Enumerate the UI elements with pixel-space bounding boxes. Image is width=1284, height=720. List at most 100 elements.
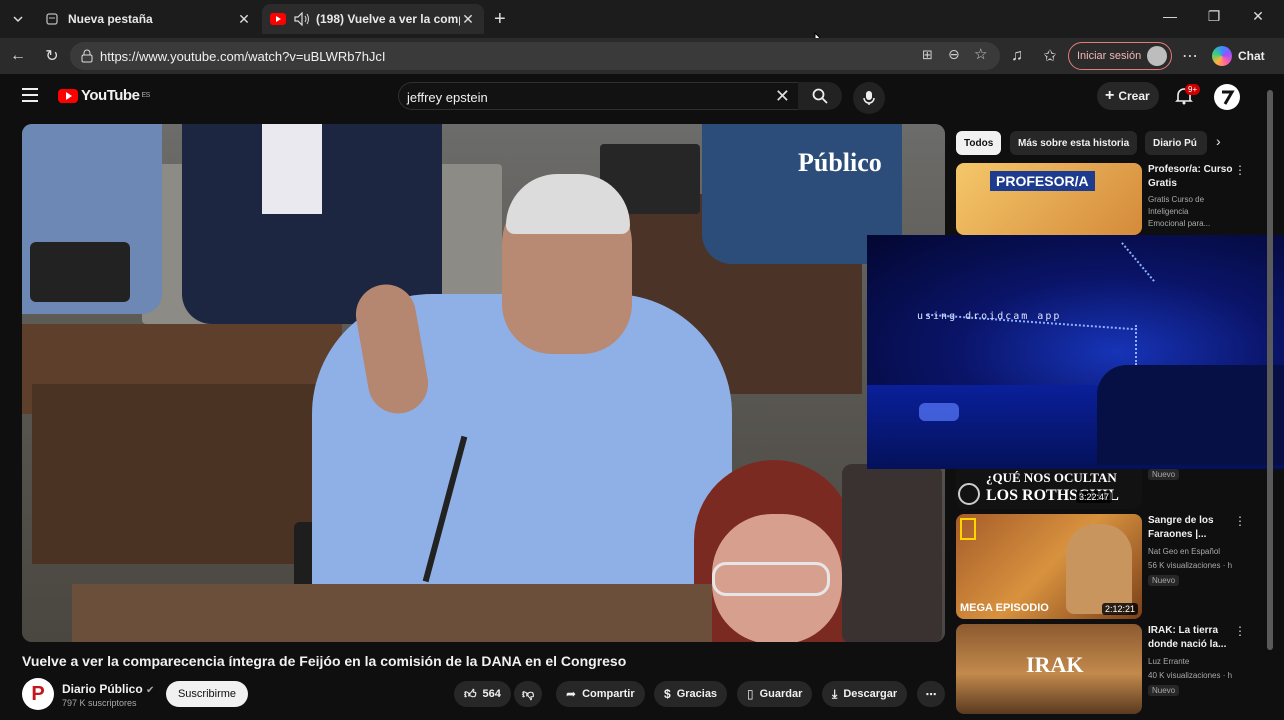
zoom-icon[interactable]: ⊖ — [948, 46, 960, 63]
share-label: Compartir — [582, 688, 635, 700]
tab-list-button[interactable] — [6, 7, 30, 31]
thumbnail-text: PROFESOR/A — [990, 171, 1095, 191]
close-window-icon[interactable]: ✕ — [1246, 8, 1270, 25]
channel-name[interactable]: Diario Público ✔ — [62, 682, 154, 696]
person-figure — [1066, 524, 1132, 614]
channel-avatar[interactable]: P — [22, 678, 54, 710]
subscribe-button[interactable]: Suscribirme — [166, 681, 248, 707]
rec-meta: Emocional para... — [1148, 219, 1211, 228]
verified-icon: ✔ — [146, 685, 155, 696]
app-available-icon[interactable]: ⊞ — [922, 47, 933, 63]
speaker-icon[interactable] — [294, 11, 310, 27]
media-control-icon[interactable]: ♫ — [1007, 46, 1027, 66]
save-label: Guardar — [759, 688, 803, 700]
voice-search-button[interactable] — [853, 82, 885, 114]
hamburger-menu-icon[interactable] — [22, 88, 38, 102]
kebab-menu-icon[interactable]: ⋮ — [1234, 624, 1246, 638]
share-icon: ➦ — [566, 687, 577, 701]
favorite-star-icon[interactable]: ☆ — [974, 45, 987, 63]
download-button[interactable]: ⤓ Descargar — [822, 681, 908, 707]
kebab-menu-icon[interactable]: ⋮ — [1234, 163, 1246, 177]
dislike-button[interactable]: 👎︎ — [514, 681, 543, 707]
youtube-icon — [270, 11, 286, 27]
subscriber-count: 797 K suscriptores — [62, 698, 137, 708]
rec-meta: 56 K visualizaciones · h — [1148, 561, 1233, 570]
recommendation-item[interactable]: PROFESOR/A Profesor/a: Curso Gratis Grat… — [956, 163, 1256, 235]
copilot-chat-button[interactable]: Chat — [1212, 46, 1265, 66]
youtube-play-icon — [58, 88, 78, 103]
tab-youtube[interactable]: (198) Vuelve a ver la compare ✕ — [262, 4, 484, 34]
page-icon — [44, 11, 60, 27]
create-label: Crear — [1118, 89, 1150, 103]
video-thumbnail: ¿QUÉ NOS OCULTAN LOS ROTHSCHIL 3:22:47 — [956, 469, 1142, 509]
recommendation-item[interactable]: ¿QUÉ NOS OCULTAN LOS ROTHSCHIL 3:22:47 N… — [956, 469, 1256, 509]
more-actions-button[interactable]: ⋯ — [917, 681, 945, 707]
thumbnail-text: MEGA EPISODIO — [960, 602, 1049, 614]
url-text: https://www.youtube.com/watch?v=uBLWRb7h… — [100, 49, 386, 64]
share-button[interactable]: ➦ Compartir — [556, 681, 645, 707]
minimize-icon[interactable]: — — [1158, 8, 1182, 24]
coin-icon — [958, 483, 980, 505]
restore-icon[interactable]: ❐ — [1202, 8, 1226, 25]
youtube-header: YouTube ES jeffrey epstein ✕ + Crear — [0, 74, 1284, 120]
chat-label: Chat — [1238, 49, 1265, 63]
save-button[interactable]: ▯ Guardar — [737, 681, 813, 707]
chevron-down-icon — [13, 16, 23, 23]
rec-title: Profesor/a: Curso Gratis — [1148, 164, 1233, 189]
sign-in-label: Iniciar sesión — [1077, 50, 1142, 62]
create-button[interactable]: + Crear — [1097, 82, 1159, 110]
tab-label: Nueva pestaña — [68, 12, 153, 26]
thumbnail-text: IRAK — [1026, 652, 1084, 677]
logo-region: ES — [141, 92, 150, 99]
video-watermark: Público — [798, 148, 882, 177]
kebab-menu-icon[interactable]: ⋮ — [1234, 514, 1246, 528]
scrollbar-thumb[interactable] — [1267, 90, 1273, 650]
chip-more-story[interactable]: Más sobre esta historia — [1010, 131, 1138, 155]
recommendation-item[interactable]: IRAK IRAK: La tierra donde nació la... L… — [956, 624, 1256, 714]
new-badge: Nuevo — [1148, 575, 1180, 586]
channel-name-text: Diario Público — [62, 682, 143, 696]
thanks-label: Gracias — [676, 688, 718, 700]
video-player[interactable]: Público — [22, 124, 945, 642]
copilot-icon — [1212, 46, 1232, 66]
rec-meta: 40 K visualizaciones · h — [1148, 671, 1233, 680]
video-duration: 2:12:21 — [1101, 603, 1138, 615]
new-tab-button[interactable]: + — [494, 8, 506, 31]
chip-all[interactable]: Todos — [956, 131, 1002, 155]
more-horizontal-icon: ⋯ — [925, 688, 937, 701]
search-button[interactable] — [798, 82, 842, 110]
rec-title: Sangre de los Faraones |... — [1148, 515, 1214, 540]
close-tab-icon[interactable]: ✕ — [460, 11, 476, 28]
thanks-icon: $ — [664, 687, 671, 701]
video-thumbnail: IRAK — [956, 624, 1142, 714]
video-duration: 3:22:47 — [1075, 491, 1112, 503]
recommendation-item[interactable]: MEGA EPISODIO 2:12:21 Sangre de los Fara… — [956, 514, 1256, 619]
like-button[interactable]: 👍︎ 564 — [454, 681, 511, 707]
search-box[interactable]: jeffrey epstein ✕ — [398, 82, 798, 110]
tab-new-tab[interactable]: Nueva pestaña ✕ — [36, 4, 260, 34]
more-menu-icon[interactable]: ⋯ — [1180, 46, 1200, 66]
rec-meta: Inteligencia — [1148, 207, 1189, 216]
close-tab-icon[interactable]: ✕ — [236, 11, 252, 28]
back-arrow-icon[interactable]: ← — [8, 46, 28, 66]
overlay-caption: using droidcam app — [917, 311, 1062, 322]
clear-search-icon[interactable]: ✕ — [775, 86, 790, 107]
youtube-logo[interactable]: YouTube ES — [58, 87, 150, 104]
thanks-button[interactable]: $ Gracias — [654, 681, 728, 707]
search-input[interactable]: jeffrey epstein — [407, 90, 488, 105]
chip-channel[interactable]: Diario Pú — [1145, 131, 1207, 155]
address-bar[interactable]: https://www.youtube.com/watch?v=uBLWRb7h… — [70, 42, 1000, 70]
favorites-icon[interactable]: ✩ — [1040, 46, 1060, 66]
chevron-right-icon[interactable]: › — [1216, 133, 1221, 149]
camera-overlay: using droidcam app — [867, 235, 1284, 469]
browser-toolbar: ← ↻ https://www.youtube.com/watch?v=uBLW… — [0, 38, 1284, 74]
account-avatar[interactable] — [1214, 84, 1240, 110]
page-scrollbar[interactable] — [1266, 90, 1274, 710]
search-icon — [812, 88, 828, 104]
thumbs-down-icon: 👎︎ — [522, 686, 535, 701]
natgeo-logo — [960, 518, 976, 540]
download-label: Descargar — [843, 688, 898, 700]
reload-icon[interactable]: ↻ — [42, 46, 62, 66]
site-info-icon[interactable] — [80, 49, 94, 63]
sign-in-button[interactable]: Iniciar sesión — [1068, 42, 1172, 70]
